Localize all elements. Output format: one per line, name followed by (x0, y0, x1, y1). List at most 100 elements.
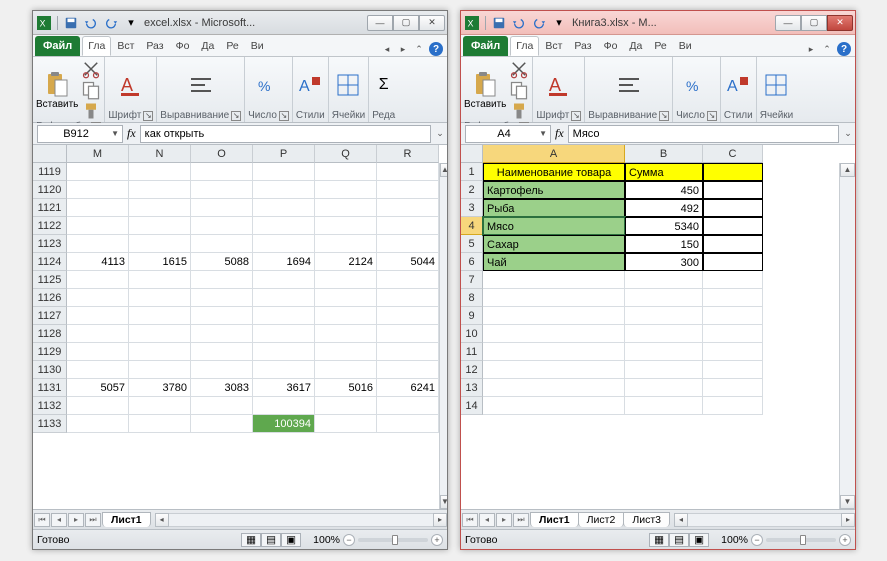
cell[interactable] (315, 163, 377, 181)
tab-insert[interactable]: Вст (539, 36, 568, 56)
tab-scroll-left-icon[interactable]: ◂ (381, 43, 393, 55)
close-button[interactable]: ✕ (419, 15, 445, 31)
cell[interactable] (129, 199, 191, 217)
row-header[interactable]: 1122 (33, 217, 67, 235)
cell[interactable] (191, 289, 253, 307)
hscroll-left-icon[interactable]: ◂ (674, 513, 688, 527)
font-dialog-icon[interactable]: ↘ (143, 111, 153, 121)
cell[interactable]: 1615 (129, 253, 191, 271)
sheet-tab[interactable]: Лист3 (623, 512, 670, 527)
cell[interactable]: 300 (625, 253, 703, 271)
font-icon[interactable]: A (545, 71, 573, 99)
cell[interactable] (129, 343, 191, 361)
cell[interactable]: Картофель (483, 181, 625, 199)
cell[interactable] (703, 235, 763, 253)
sheet-nav-next-icon[interactable]: ▸ (496, 513, 512, 527)
number-icon[interactable]: % (683, 71, 711, 99)
zoom-out-icon[interactable]: − (343, 534, 355, 546)
name-box-dropdown-icon[interactable]: ▼ (539, 129, 547, 138)
cell[interactable] (315, 325, 377, 343)
cell[interactable] (315, 235, 377, 253)
cell[interactable]: Сахар (483, 235, 625, 253)
row-header[interactable]: 13 (461, 379, 483, 397)
cell[interactable] (315, 343, 377, 361)
vertical-scrollbar[interactable]: ▲ ▼ (839, 163, 855, 509)
cells-area[interactable]: 4113161550881694212450445057378030833617… (67, 163, 439, 509)
cell[interactable] (703, 163, 763, 181)
cell[interactable]: Рыба (483, 199, 625, 217)
cell[interactable] (191, 235, 253, 253)
cell[interactable] (253, 361, 315, 379)
align-dialog-icon[interactable]: ↘ (231, 111, 241, 121)
tab-home[interactable]: Гла (510, 36, 539, 56)
number-icon[interactable]: % (255, 71, 283, 99)
cell[interactable] (129, 415, 191, 433)
cell[interactable] (377, 307, 439, 325)
qat-customize-icon[interactable]: ▾ (552, 16, 566, 30)
number-dialog-icon[interactable]: ↘ (707, 111, 717, 121)
undo-icon[interactable] (84, 16, 98, 30)
redo-icon[interactable] (532, 16, 546, 30)
col-header[interactable]: O (191, 145, 253, 163)
titlebar[interactable]: X ▾ excel.xlsx - Microsoft... ― ▢ ✕ (33, 11, 447, 35)
sheet-nav-prev-icon[interactable]: ◂ (51, 513, 67, 527)
cell[interactable] (67, 271, 129, 289)
cell[interactable] (377, 199, 439, 217)
tab-insert[interactable]: Вст (111, 36, 140, 56)
cell[interactable] (191, 415, 253, 433)
fx-icon[interactable]: fx (555, 126, 564, 141)
cell[interactable] (703, 343, 763, 361)
cell[interactable] (315, 199, 377, 217)
cell[interactable] (377, 271, 439, 289)
cell[interactable] (67, 361, 129, 379)
hscroll-right-icon[interactable]: ▸ (433, 513, 447, 527)
cell[interactable] (315, 397, 377, 415)
sheet-nav-prev-icon[interactable]: ◂ (479, 513, 495, 527)
cell[interactable] (253, 181, 315, 199)
row-header[interactable]: 1133 (33, 415, 67, 433)
cell[interactable] (191, 271, 253, 289)
number-dialog-icon[interactable]: ↘ (279, 111, 289, 121)
vertical-scrollbar[interactable]: ▲ ▼ (439, 163, 447, 509)
row-header[interactable]: 1130 (33, 361, 67, 379)
scroll-up-icon[interactable]: ▲ (440, 163, 447, 177)
hscroll-right-icon[interactable]: ▸ (841, 513, 855, 527)
ribbon-minimize-icon[interactable]: ⌃ (821, 43, 833, 55)
cell[interactable] (483, 343, 625, 361)
cell[interactable] (253, 199, 315, 217)
cell[interactable]: 100394 (253, 415, 315, 433)
sheet-tab[interactable]: Лист1 (102, 512, 151, 527)
cell[interactable] (67, 343, 129, 361)
cell[interactable]: 5057 (67, 379, 129, 397)
scroll-up-icon[interactable]: ▲ (840, 163, 855, 177)
cell[interactable] (483, 361, 625, 379)
formula-input[interactable]: как открыть (140, 125, 431, 143)
cells-icon[interactable] (762, 71, 790, 99)
format-painter-icon[interactable] (81, 101, 101, 121)
tab-formulas[interactable]: Фо (598, 36, 624, 56)
formula-expand-icon[interactable]: ⌄ (433, 128, 447, 139)
cell[interactable] (67, 199, 129, 217)
styles-icon[interactable]: A (296, 71, 324, 99)
row-header[interactable]: 1128 (33, 325, 67, 343)
tab-scroll-right-icon[interactable]: ▸ (805, 43, 817, 55)
cell[interactable] (483, 271, 625, 289)
scroll-down-icon[interactable]: ▼ (440, 495, 447, 509)
tab-view[interactable]: Ви (673, 36, 698, 56)
cell[interactable] (377, 235, 439, 253)
sheet-nav-last-icon[interactable]: ⏭ (85, 513, 101, 527)
font-dialog-icon[interactable]: ↘ (571, 111, 581, 121)
sheet-tab[interactable]: Лист2 (578, 512, 625, 527)
cell[interactable]: 6241 (377, 379, 439, 397)
row-header[interactable]: 1131 (33, 379, 67, 397)
cell[interactable] (377, 325, 439, 343)
cell[interactable] (483, 379, 625, 397)
cell[interactable]: Чай (483, 253, 625, 271)
row-header[interactable]: 1123 (33, 235, 67, 253)
cell[interactable] (129, 181, 191, 199)
tab-review[interactable]: Ре (220, 36, 244, 56)
cell[interactable] (191, 397, 253, 415)
align-icon[interactable] (615, 71, 643, 99)
cut-icon[interactable] (81, 59, 101, 79)
row-header[interactable]: 1125 (33, 271, 67, 289)
